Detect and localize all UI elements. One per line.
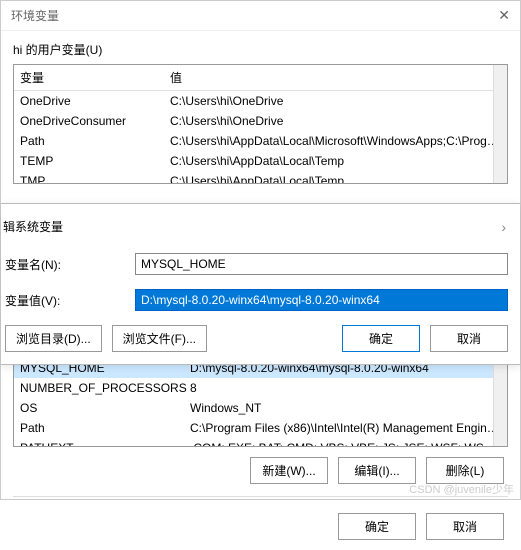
col-header-name: 变量 — [14, 65, 164, 90]
table-row[interactable]: PATHEXT.COM;.EXE;.BAT;.CMD;.VBS;.VBE;.JS… — [14, 438, 507, 447]
window-title: 环境变量 — [11, 7, 59, 24]
table-row[interactable]: OneDriveC:\Users\hi\OneDrive — [14, 91, 507, 111]
table-row[interactable]: PathC:\Program Files (x86)\Intel\Intel(R… — [14, 418, 507, 438]
scrollbar[interactable] — [493, 65, 507, 183]
titlebar: 环境变量 ✕ — [1, 1, 520, 31]
table-row[interactable]: OSWindows_NT — [14, 398, 507, 418]
edit-system-var-dialog: 辑系统变量 › 变量名(N): 变量值(V): D:\mysql-8.0.20-… — [1, 203, 520, 365]
cancel-button[interactable]: 取消 — [430, 325, 508, 352]
new-button[interactable]: 新建(W)... — [250, 457, 328, 484]
edit-dialog-title: 辑系统变量 — [3, 218, 63, 235]
table-row[interactable]: OneDriveConsumerC:\Users\hi\OneDrive — [14, 111, 507, 131]
table-row[interactable]: TEMPC:\Users\hi\AppData\Local\Temp — [14, 151, 507, 171]
var-value-label: 变量值(V): — [5, 292, 135, 309]
table-row[interactable]: NUMBER_OF_PROCESSORS8 — [14, 378, 507, 398]
browse-dir-button[interactable]: 浏览目录(D)... — [5, 325, 102, 352]
user-vars-table[interactable]: 变量 值 OneDriveC:\Users\hi\OneDrive OneDri… — [13, 64, 508, 184]
ok-button[interactable]: 确定 — [342, 325, 420, 352]
browse-file-button[interactable]: 浏览文件(F)... — [112, 325, 207, 352]
main-ok-button[interactable]: 确定 — [338, 513, 416, 540]
close-icon[interactable]: ✕ — [498, 7, 510, 24]
var-name-input[interactable] — [135, 253, 508, 275]
edit-button[interactable]: 编辑(I)... — [338, 457, 416, 484]
var-name-label: 变量名(N): — [5, 256, 135, 273]
chevron-right-icon[interactable]: › — [501, 219, 506, 235]
table-row[interactable]: TMPC:\Users\hi\AppData\Local\Temp — [14, 171, 507, 184]
table-header: 变量 值 — [14, 65, 507, 91]
delete-button[interactable]: 删除(L) — [426, 457, 504, 484]
table-row[interactable]: PathC:\Users\hi\AppData\Local\Microsoft\… — [14, 131, 507, 151]
col-header-value: 值 — [164, 65, 507, 90]
watermark: CSDN @juvenile少年 — [409, 481, 514, 497]
main-cancel-button[interactable]: 取消 — [426, 513, 504, 540]
user-vars-label: hi 的用户变量(U) — [13, 41, 508, 58]
var-value-input[interactable]: D:\mysql-8.0.20-winx64\mysql-8.0.20-winx… — [135, 289, 508, 311]
